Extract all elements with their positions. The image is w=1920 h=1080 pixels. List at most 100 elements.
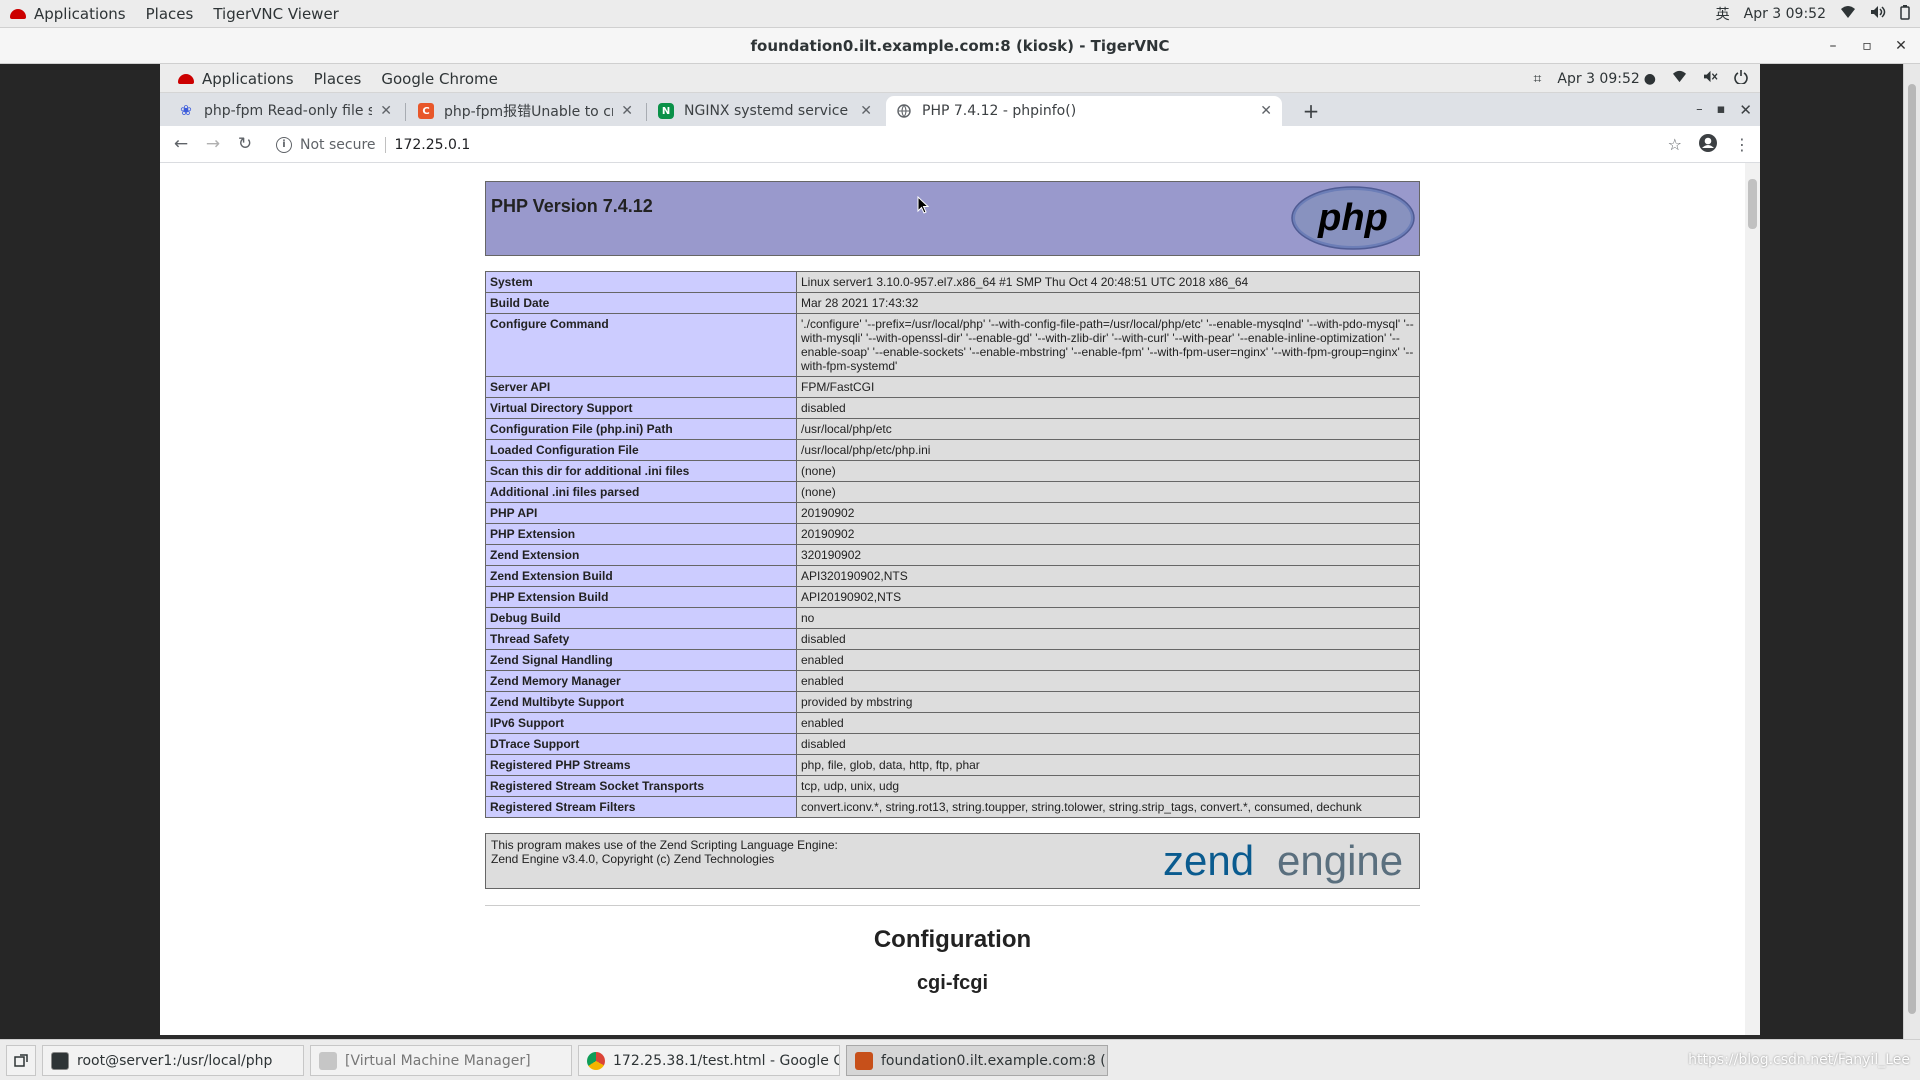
vnc-scrollbar-thumb[interactable]: [1908, 84, 1916, 1014]
php-info-key: System: [485, 271, 797, 293]
mouse-cursor-icon: [917, 196, 929, 214]
wifi-icon[interactable]: [1672, 70, 1687, 87]
menu-kebab-icon[interactable]: ⋮: [1734, 135, 1750, 154]
php-info-row: Registered Stream Filters convert.iconv.*…: [485, 796, 1420, 818]
taskbar-item-terminal[interactable]: root@server1:/usr/local/php: [42, 1045, 304, 1076]
php-info-row: Configuration File (php.ini) Path/usr/lo…: [485, 418, 1420, 440]
remote-clock[interactable]: Apr 3 09:52: [1557, 71, 1639, 87]
taskbar-item-chrome[interactable]: 172.25.38.1/test.html - Google Chr...: [578, 1045, 840, 1076]
php-info-value: enabled: [796, 670, 1420, 692]
outer-clock[interactable]: Apr 3 09:52: [1744, 6, 1826, 22]
back-button[interactable]: ←: [166, 126, 196, 163]
php-info-key: PHP API: [485, 502, 797, 524]
terminal-icon: [51, 1051, 69, 1070]
php-info-row: Zend Multibyte Support provided by mbstri…: [485, 691, 1420, 713]
remote-desktop-background: [0, 64, 160, 1039]
php-info-value: Linux server1 3.10.0-957.el7.x86_64 #1 S…: [796, 271, 1420, 293]
vnc-window-title: foundation0.ilt.example.com:8 (kiosk) - …: [750, 37, 1170, 55]
php-info-key: Registered PHP Streams: [485, 754, 797, 776]
tab-close-icon[interactable]: ✕: [1260, 103, 1272, 119]
nginx-icon: N: [658, 103, 674, 119]
php-info-key: Additional .ini files parsed: [485, 481, 797, 503]
php-info-row: Additional .ini files parsed (none): [485, 481, 1420, 503]
power-icon[interactable]: [1734, 69, 1748, 88]
remote-app-menu[interactable]: Google Chrome: [371, 65, 508, 93]
zend-engine-logo-icon[interactable]: zend engine: [1163, 837, 1413, 887]
remote-app-label: Google Chrome: [381, 69, 498, 88]
volume-muted-icon[interactable]: [1703, 70, 1718, 87]
outer-app-menu[interactable]: TigerVNC Viewer: [203, 0, 349, 28]
php-info-value: convert.iconv.*, string.rot13, string.to…: [796, 796, 1420, 818]
php-info-key: Loaded Configuration File: [485, 439, 797, 461]
phpinfo-content: PHP Version 7.4.12 php System Linux serve…: [485, 181, 1420, 995]
url-text[interactable]: 172.25.0.1: [395, 137, 471, 153]
php-info-key: Build Date: [485, 292, 797, 314]
remote-applications-menu[interactable]: Applications: [168, 65, 304, 93]
new-tab-button[interactable]: +: [1296, 96, 1326, 126]
php-info-value: (none): [796, 460, 1420, 482]
tab-close-icon[interactable]: ✕: [860, 103, 872, 119]
php-info-row: PHP API 20190902: [485, 502, 1420, 524]
input-language-indicator[interactable]: 英: [1716, 4, 1730, 24]
window-list-taskbar: root@server1:/usr/local/php [Virtual Mac…: [0, 1039, 1920, 1080]
taskbar-item-tigervnc[interactable]: foundation0.ilt.example.com:8 (kios...: [846, 1045, 1108, 1076]
tab-nginx-systemd[interactable]: N NGINX systemd service file ✕: [648, 96, 882, 126]
php-info-value: provided by mbstring: [796, 691, 1420, 713]
outer-applications-menu[interactable]: Applications: [0, 0, 136, 28]
input-method-icon[interactable]: ⌗: [1534, 71, 1542, 87]
vnc-window-titlebar[interactable]: foundation0.ilt.example.com:8 (kiosk) - …: [0, 28, 1920, 64]
php-info-key: Virtual Directory Support: [485, 397, 797, 419]
php-info-value: enabled: [796, 712, 1420, 734]
minimize-button[interactable]: –: [1818, 28, 1848, 64]
tab-label: PHP 7.4.12 - phpinfo(): [922, 103, 1077, 119]
tab-label: php-fpm Read-only file sys: [204, 103, 373, 119]
php-info-value: (none): [796, 481, 1420, 503]
remote-places-menu[interactable]: Places: [304, 65, 372, 93]
wifi-icon[interactable]: [1840, 5, 1856, 23]
bookmark-star-icon[interactable]: ☆: [1668, 135, 1682, 154]
php-info-key: Zend Multibyte Support: [485, 691, 797, 713]
tab-close-icon[interactable]: ✕: [380, 103, 392, 119]
vnc-scrollbar[interactable]: [1903, 64, 1920, 1039]
reload-button[interactable]: ↻: [230, 126, 260, 163]
php-logo-icon[interactable]: php: [1291, 186, 1415, 250]
tab-phpinfo[interactable]: PHP 7.4.12 - phpinfo() ✕: [886, 96, 1282, 126]
browser-close-button[interactable]: ✕: [1739, 101, 1752, 119]
php-info-key: IPv6 Support: [485, 712, 797, 734]
forward-button[interactable]: →: [198, 126, 228, 163]
page-scrollbar[interactable]: [1745, 163, 1760, 1035]
php-info-value: /usr/local/php/etc: [796, 418, 1420, 440]
close-button[interactable]: ✕: [1886, 28, 1916, 64]
php-info-row: Registered PHP Streams php, file, glob, d…: [485, 754, 1420, 776]
outer-places-menu[interactable]: Places: [136, 0, 204, 28]
tab-close-icon[interactable]: ✕: [621, 103, 633, 119]
php-info-key: Thread Safety: [485, 628, 797, 650]
maximize-button[interactable]: ▫: [1852, 28, 1882, 64]
php-info-row: IPv6 Support enabled: [485, 712, 1420, 734]
info-icon[interactable]: i: [276, 136, 292, 153]
php-info-row: PHP Extension Build API20190902,NTS: [485, 586, 1420, 608]
php-info-row: Build Date Mar 28 2021 17:43:32: [485, 292, 1420, 314]
php-info-value: API20190902,NTS: [796, 586, 1420, 608]
volume-icon[interactable]: [1870, 5, 1886, 23]
profile-avatar-icon[interactable]: [1698, 133, 1718, 157]
security-label[interactable]: Not secure: [300, 137, 376, 153]
php-info-key: Registered Stream Socket Transports: [485, 775, 797, 797]
browser-minimize-button[interactable]: –: [1696, 102, 1703, 117]
taskbar-label: root@server1:/usr/local/php: [77, 1052, 273, 1069]
battery-icon[interactable]: [1900, 4, 1910, 24]
show-desktop-button[interactable]: [6, 1045, 36, 1076]
address-bar[interactable]: i Not secure 172.25.0.1: [268, 130, 1708, 159]
taskbar-label: 172.25.38.1/test.html - Google Chr...: [613, 1052, 839, 1069]
tab-php-fpm-readonly[interactable]: ❀ php-fpm Read-only file sys ✕: [168, 96, 402, 126]
browser-toolbar: ← → ↻ i Not secure 172.25.0.1 ☆ ⋮: [160, 126, 1760, 163]
browser-maximize-button[interactable]: ▪: [1717, 102, 1726, 117]
php-info-row: Registered Stream Socket Transports tcp, …: [485, 775, 1420, 797]
php-info-row: Zend Memory Manager enabled: [485, 670, 1420, 692]
page-scrollbar-thumb[interactable]: [1748, 179, 1757, 229]
chrome-icon: [587, 1051, 605, 1070]
csdn-icon: C: [418, 103, 434, 119]
taskbar-item-vm-manager[interactable]: [Virtual Machine Manager]: [310, 1045, 572, 1076]
taskbar-label: [Virtual Machine Manager]: [345, 1052, 531, 1069]
tab-php-fpm-error[interactable]: C php-fpm报错Unable to cre ✕: [408, 96, 643, 126]
